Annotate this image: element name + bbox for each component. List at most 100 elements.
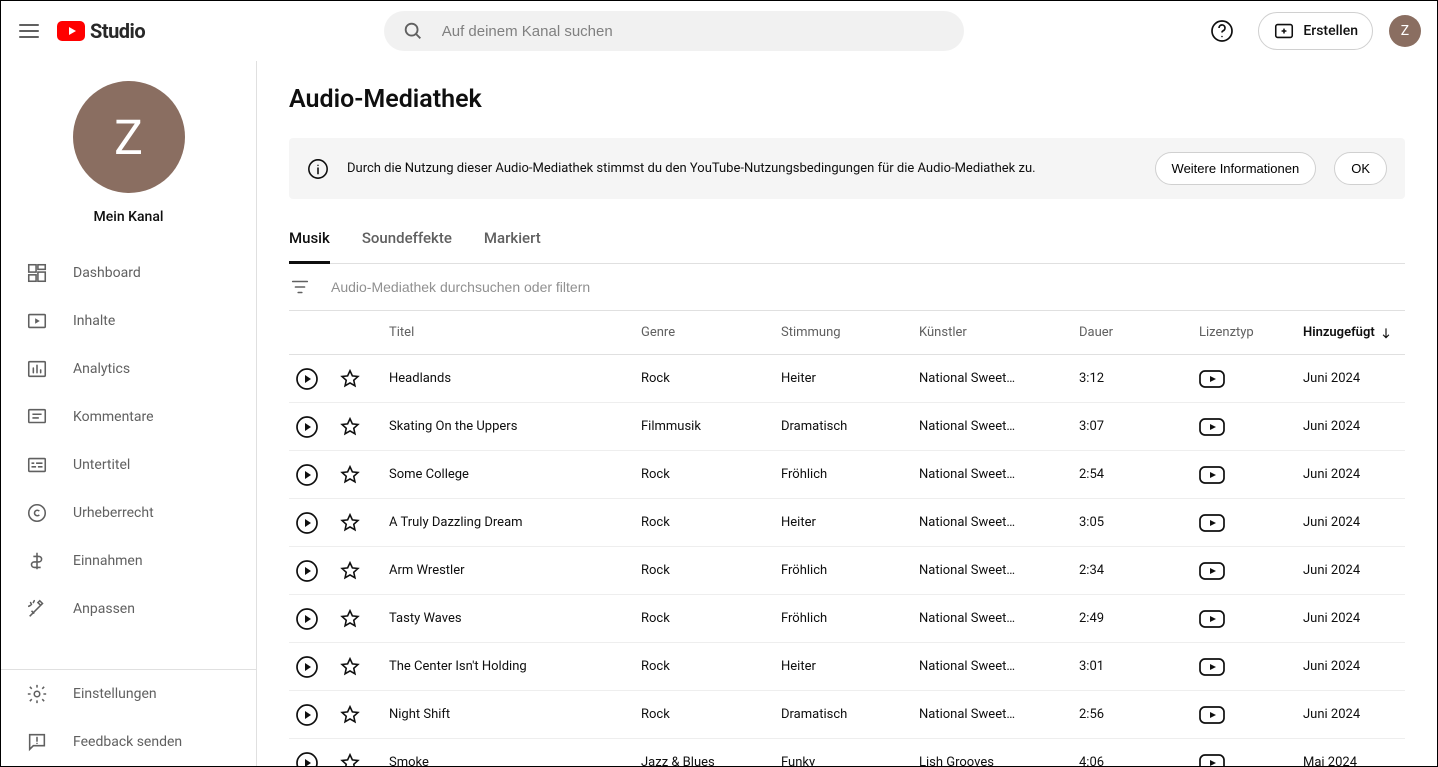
channel-avatar[interactable]: Z <box>73 81 185 193</box>
track-added: Juni 2024 <box>1303 515 1405 530</box>
tab-soundeffects[interactable]: Soundeffekte <box>362 215 452 264</box>
tab-music[interactable]: Musik <box>289 215 330 264</box>
search-icon <box>402 20 424 42</box>
track-title: The Center Isn't Holding <box>389 659 641 674</box>
sidebar-item-content[interactable]: Inhalte <box>1 297 256 345</box>
play-icon[interactable] <box>295 559 319 583</box>
track-genre: Jazz & Blues <box>641 755 781 766</box>
track-artist: National Sweet… <box>919 707 1079 722</box>
col-header-title[interactable]: Titel <box>389 325 641 340</box>
track-duration: 3:07 <box>1079 419 1199 434</box>
col-header-mood[interactable]: Stimmung <box>781 325 919 340</box>
track-added: Juni 2024 <box>1303 563 1405 578</box>
filter-input[interactable] <box>331 279 1405 295</box>
filter-bar[interactable] <box>289 264 1405 311</box>
main-content: Audio-Mediathek Durch die Nutzung dieser… <box>257 61 1437 766</box>
star-icon[interactable] <box>339 560 361 582</box>
track-mood: Heiter <box>781 515 919 530</box>
track-mood: Heiter <box>781 371 919 386</box>
star-icon[interactable] <box>339 368 361 390</box>
track-duration: 2:56 <box>1079 707 1199 722</box>
track-artist: National Sweet… <box>919 419 1079 434</box>
track-mood: Fröhlich <box>781 467 919 482</box>
studio-logo[interactable]: Studio <box>57 19 145 43</box>
dashboard-icon <box>25 261 49 285</box>
star-icon[interactable] <box>339 608 361 630</box>
sidebar-item-comments[interactable]: Kommentare <box>1 393 256 441</box>
tracks-list: Headlands Rock Heiter National Sweet… 3:… <box>289 355 1405 766</box>
sidebar-item-earn[interactable]: Einnahmen <box>1 537 256 585</box>
track-mood: Fröhlich <box>781 563 919 578</box>
search-input[interactable] <box>442 23 946 40</box>
col-header-artist[interactable]: Künstler <box>919 325 1079 340</box>
track-genre: Rock <box>641 611 781 626</box>
col-header-duration[interactable]: Dauer <box>1079 325 1199 340</box>
table-row: The Center Isn't Holding Rock Heiter Nat… <box>289 643 1405 691</box>
sidebar-item-copyright[interactable]: Urheberrecht <box>1 489 256 537</box>
table-row: Night Shift Rock Dramatisch National Swe… <box>289 691 1405 739</box>
track-title: Tasty Waves <box>389 611 641 626</box>
star-icon[interactable] <box>339 704 361 726</box>
star-icon[interactable] <box>339 464 361 486</box>
star-icon[interactable] <box>339 416 361 438</box>
youtube-license-icon <box>1199 562 1225 580</box>
track-mood: Funky <box>781 755 919 766</box>
sidebar-item-settings[interactable]: Einstellungen <box>1 670 256 718</box>
sidebar-item-label: Inhalte <box>73 313 115 329</box>
header-left: Studio <box>17 19 145 43</box>
sidebar-item-customize[interactable]: Anpassen <box>1 585 256 633</box>
page-title: Audio-Mediathek <box>289 85 1405 114</box>
gear-icon <box>25 682 49 706</box>
track-added: Juni 2024 <box>1303 371 1405 386</box>
tab-starred[interactable]: Markiert <box>484 215 541 264</box>
search-bar[interactable] <box>384 11 964 51</box>
track-duration: 2:49 <box>1079 611 1199 626</box>
star-icon[interactable] <box>339 752 361 767</box>
youtube-license-icon <box>1199 658 1225 676</box>
help-button[interactable] <box>1202 11 1242 51</box>
hamburger-icon[interactable] <box>17 19 41 43</box>
sidebar-item-analytics[interactable]: Analytics <box>1 345 256 393</box>
create-icon <box>1273 20 1295 42</box>
sidebar-item-dashboard[interactable]: Dashboard <box>1 249 256 297</box>
track-artist: Lish Grooves <box>919 755 1079 766</box>
youtube-license-icon <box>1199 754 1225 767</box>
play-icon[interactable] <box>295 703 319 727</box>
track-added: Juni 2024 <box>1303 419 1405 434</box>
youtube-license-icon <box>1199 610 1225 628</box>
earn-icon <box>25 549 49 573</box>
star-icon[interactable] <box>339 656 361 678</box>
play-icon[interactable] <box>295 607 319 631</box>
play-icon[interactable] <box>295 367 319 391</box>
content-icon <box>25 309 49 333</box>
track-mood: Dramatisch <box>781 707 919 722</box>
ok-button[interactable]: OK <box>1334 152 1387 185</box>
star-icon[interactable] <box>339 512 361 534</box>
col-header-license[interactable]: Lizenztyp <box>1199 325 1303 340</box>
track-mood: Fröhlich <box>781 611 919 626</box>
track-title: Headlands <box>389 371 641 386</box>
sidebar-item-feedback[interactable]: Feedback senden <box>1 718 256 766</box>
track-license <box>1199 754 1303 767</box>
more-info-button[interactable]: Weitere Informationen <box>1155 152 1317 185</box>
play-icon[interactable] <box>295 415 319 439</box>
play-icon[interactable] <box>295 655 319 679</box>
play-icon[interactable] <box>295 463 319 487</box>
col-header-genre[interactable]: Genre <box>641 325 781 340</box>
sidebar-item-subtitles[interactable]: Untertitel <box>1 441 256 489</box>
table-row: A Truly Dazzling Dream Rock Heiter Natio… <box>289 499 1405 547</box>
play-icon[interactable] <box>295 751 319 767</box>
help-icon <box>1210 19 1234 43</box>
track-title: Smoke <box>389 755 641 766</box>
table-row: Headlands Rock Heiter National Sweet… 3:… <box>289 355 1405 403</box>
play-icon[interactable] <box>295 511 319 535</box>
comments-icon <box>25 405 49 429</box>
youtube-license-icon <box>1199 706 1225 724</box>
track-artist: National Sweet… <box>919 515 1079 530</box>
avatar-button[interactable]: Z <box>1389 15 1421 47</box>
sidebar: Z Mein Kanal Dashboard Inhalte Analytics… <box>1 61 257 766</box>
sidebar-item-label: Einstellungen <box>73 686 157 702</box>
col-header-added[interactable]: Hinzugefügt <box>1303 325 1405 340</box>
filter-icon <box>289 276 311 298</box>
create-button[interactable]: Erstellen <box>1258 12 1373 50</box>
